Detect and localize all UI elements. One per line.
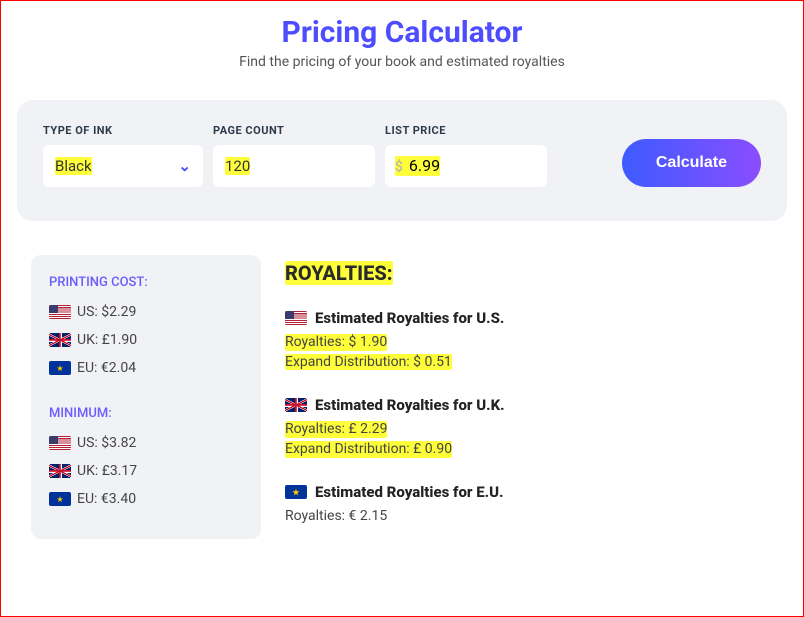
costs-panel: PRINTING COST: US: $2.29 UK: £1.90 ★EU: …: [31, 255, 261, 539]
chevron-down-icon: ⌄: [178, 157, 191, 175]
page-count-value: 120: [225, 157, 250, 175]
uk-flag-icon: [49, 464, 71, 478]
royalties-uk-title: Estimated Royalties for U.K.: [315, 396, 505, 414]
uk-flag-icon: [49, 333, 71, 347]
pricing-form: TYPE OF INK Black ⌄ PAGE COUNT 120 LIST …: [17, 100, 787, 221]
royalties-uk-line2: Expand Distribution: £ 0.90: [285, 441, 452, 458]
uk-flag-icon: [285, 398, 307, 412]
minimum-row-us: US: $3.82: [49, 435, 243, 451]
list-price-label: LIST PRICE: [385, 124, 547, 137]
page-count-input[interactable]: 120: [213, 145, 375, 187]
us-flag-icon: [49, 436, 71, 450]
royalties-panel: ROYALTIES: Estimated Royalties for U.S. …: [285, 255, 787, 539]
printing-row-eu: ★EU: €2.04: [49, 360, 243, 376]
ink-value: Black: [55, 157, 92, 175]
minimum-heading: MINIMUM:: [49, 406, 243, 421]
eu-flag-icon: ★: [285, 485, 307, 499]
page-title: Pricing Calculator: [1, 15, 803, 50]
list-price-input[interactable]: $6.99: [385, 145, 547, 187]
eu-flag-icon: ★: [49, 492, 71, 506]
royalties-eu-line1: Royalties: € 2.15: [285, 507, 787, 527]
us-flag-icon: [285, 311, 307, 325]
royalties-heading: ROYALTIES:: [285, 261, 393, 285]
royalties-us: Estimated Royalties for U.S. Royalties: …: [285, 309, 787, 372]
royalties-us-title: Estimated Royalties for U.S.: [315, 309, 504, 327]
minimum-row-uk: UK: £3.17: [49, 463, 243, 479]
printing-cost-heading: PRINTING COST:: [49, 275, 243, 290]
minimum-row-eu: ★EU: €3.40: [49, 491, 243, 507]
printing-row-uk: UK: £1.90: [49, 332, 243, 348]
printing-row-us: US: $2.29: [49, 304, 243, 320]
royalties-uk: Estimated Royalties for U.K. Royalties: …: [285, 396, 787, 459]
list-price-value: $6.99: [395, 156, 440, 176]
us-flag-icon: [49, 305, 71, 319]
calculate-button[interactable]: Calculate: [622, 139, 761, 187]
royalties-us-line1: Royalties: $ 1.90: [285, 334, 387, 351]
royalties-eu-title: Estimated Royalties for E.U.: [315, 483, 503, 501]
page-count-label: PAGE COUNT: [213, 124, 375, 137]
royalties-uk-line1: Royalties: £ 2.29: [285, 421, 387, 438]
page-subtitle: Find the pricing of your book and estima…: [1, 54, 803, 70]
royalties-eu: ★ Estimated Royalties for E.U. Royalties:…: [285, 483, 787, 527]
eu-flag-icon: ★: [49, 361, 71, 375]
royalties-us-line2: Expand Distribution: $ 0.51: [285, 354, 452, 371]
ink-select[interactable]: Black ⌄: [43, 145, 203, 187]
ink-label: TYPE OF INK: [43, 124, 203, 137]
